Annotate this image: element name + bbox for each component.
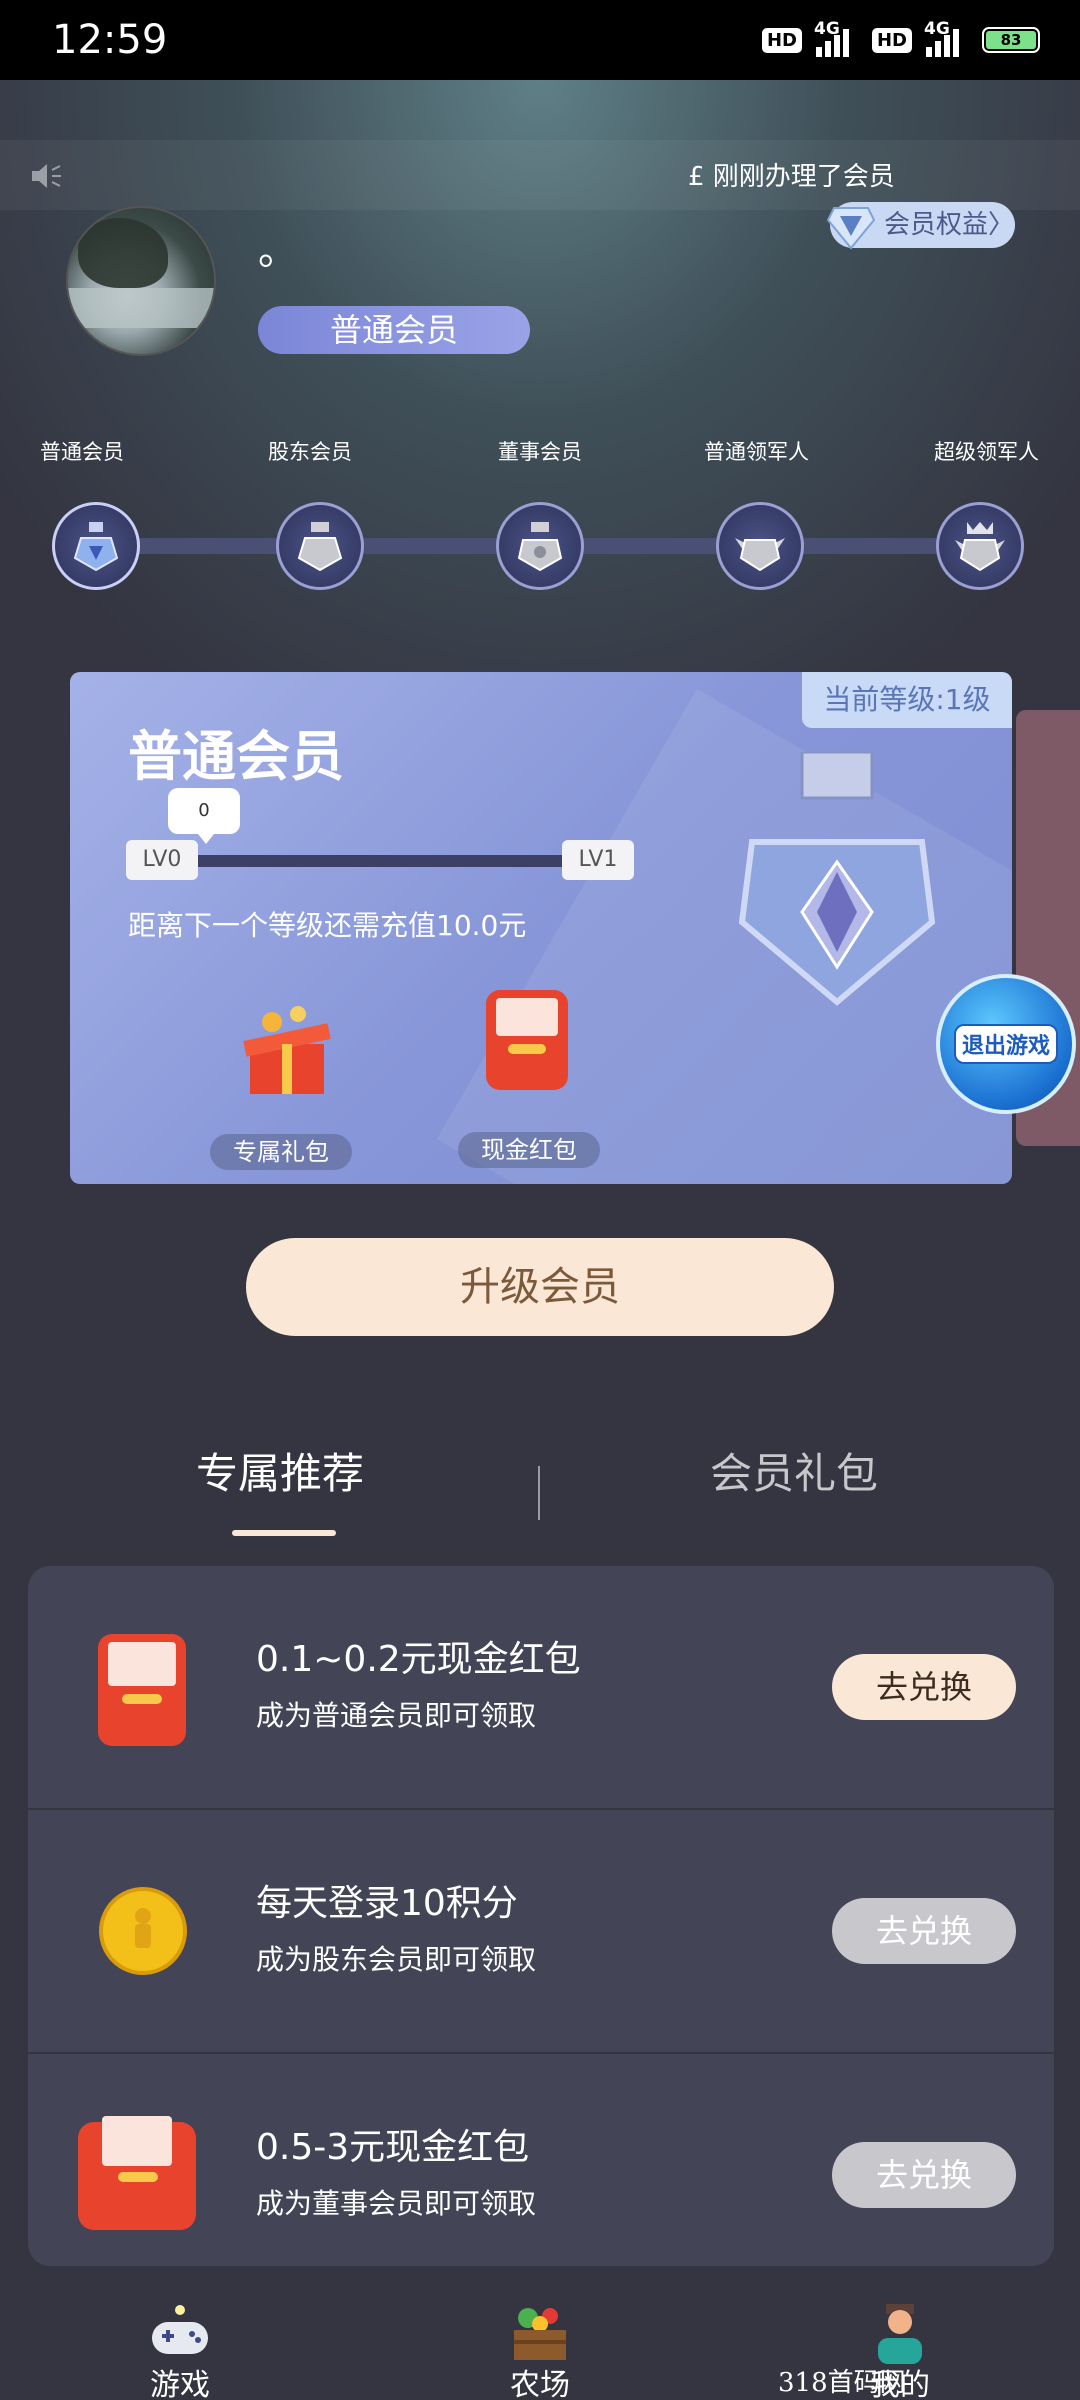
hd-badge-2: HD xyxy=(871,27,912,53)
level-node-1[interactable] xyxy=(52,502,140,590)
gift-box-icon[interactable] xyxy=(242,992,332,1102)
status-icons: HD 4G HD 4G 83 xyxy=(761,19,1040,57)
crystal-medal-icon xyxy=(738,752,936,1006)
progress-bubble: 0 xyxy=(168,788,240,844)
status-time: 12:59 xyxy=(52,17,168,63)
hd-badge: HD xyxy=(761,27,802,53)
member-type-badge: 普通会员 xyxy=(258,306,530,354)
upgrade-member-button[interactable]: 升级会员 xyxy=(246,1238,834,1336)
gamepad-icon xyxy=(152,2305,208,2354)
medal-icon xyxy=(297,522,343,572)
level-node-2[interactable] xyxy=(276,502,364,590)
avatar[interactable] xyxy=(66,206,216,356)
nav-label-farm: 农场 xyxy=(510,2368,570,2400)
red-envelope-icon[interactable] xyxy=(482,984,572,1094)
reward-subtitle: 成为普通会员即可领取 xyxy=(256,1699,537,1732)
list-item: 0.1~0.2元现金红包 成为普通会员即可领取 去兑换 xyxy=(28,1566,1054,1810)
level-label-4: 普通领军人 xyxy=(704,440,809,464)
notice-bar: £ 刚刚办理了会员 xyxy=(0,140,1080,210)
level-node-3[interactable] xyxy=(496,502,584,590)
nav-label-game: 游戏 xyxy=(150,2368,210,2400)
mute-speaker-icon[interactable] xyxy=(28,158,64,194)
card-title: 普通会员 xyxy=(128,725,344,788)
tab-divider xyxy=(538,1466,540,1520)
signal-icon: 4G xyxy=(814,19,858,57)
nav-item-game[interactable]: 游戏 xyxy=(80,2266,280,2400)
farm-basket-icon xyxy=(514,2308,566,2360)
red-envelope-icon xyxy=(98,1634,186,1746)
level-label-2: 股东会员 xyxy=(268,440,352,464)
level-label-1: 普通会员 xyxy=(40,440,124,464)
nav-item-farm[interactable]: 农场 xyxy=(440,2266,640,2400)
username: 。 xyxy=(258,228,298,274)
list-item: 0.5-3元现金红包 成为董事会员即可领取 去兑换 xyxy=(28,2054,1054,2266)
notice-text: £ 刚刚办理了会员 xyxy=(688,162,895,192)
redeem-button[interactable]: 去兑换 xyxy=(832,1898,1016,1964)
level-node-4[interactable] xyxy=(716,502,804,590)
tab-recommend[interactable]: 专属推荐 xyxy=(196,1440,364,1501)
crown-medal-icon xyxy=(955,522,1005,572)
user-profile-icon xyxy=(878,2304,922,2364)
redeem-button[interactable]: 去兑换 xyxy=(832,2142,1016,2208)
reward-title: 0.5-3元现金红包 xyxy=(256,2127,530,2168)
signal-icon-2: 4G xyxy=(924,19,968,57)
status-bar: 12:59 HD 4G HD 4G 83 xyxy=(0,0,1080,80)
diamond-icon xyxy=(826,207,876,250)
lv-start-label: LV0 xyxy=(126,840,198,880)
level-label-3: 董事会员 xyxy=(498,440,582,464)
level-node-5[interactable] xyxy=(936,502,1024,590)
member-card: 普通会员 当前等级:1级 0 LV0 LV1 距离下一个等级还需充值10.0元 … xyxy=(70,672,1012,1184)
lv-end-label: LV1 xyxy=(562,840,634,880)
tab-member-gift[interactable]: 会员礼包 xyxy=(710,1440,878,1501)
cash-envelope-label[interactable]: 现金红包 xyxy=(458,1132,600,1168)
list-item: 每天登录10积分 成为股东会员即可领取 去兑换 xyxy=(28,1810,1054,2054)
reward-subtitle: 成为股东会员即可领取 xyxy=(256,1943,537,1976)
red-envelope-icon xyxy=(78,2116,196,2230)
active-tab-indicator xyxy=(232,1530,336,1536)
battery-icon: 83 xyxy=(982,27,1040,53)
current-level-tag: 当前等级:1级 xyxy=(802,672,1012,728)
level-label-5: 超级领军人 xyxy=(934,440,1039,464)
exit-game-button[interactable]: 退出游戏 xyxy=(936,974,1076,1114)
watermark: 318首码网 www.E318.com xyxy=(778,2368,982,2400)
winged-medal-icon xyxy=(735,538,785,572)
potion-icon xyxy=(73,522,119,572)
reward-title: 0.1~0.2元现金红包 xyxy=(256,1639,581,1680)
reward-title: 每天登录10积分 xyxy=(256,1883,518,1924)
gold-coin-icon xyxy=(99,1887,187,1975)
redeem-button[interactable]: 去兑换 xyxy=(832,1654,1016,1720)
reward-list: 0.1~0.2元现金红包 成为普通会员即可领取 去兑换 每天登录10积分 成为股… xyxy=(28,1566,1054,2266)
profile-header: £ 刚刚办理了会员 xyxy=(0,80,1080,680)
medal-icon xyxy=(517,522,563,572)
upgrade-hint: 距离下一个等级还需充值10.0元 xyxy=(128,909,527,942)
reward-subtitle: 成为董事会员即可领取 xyxy=(256,2187,537,2220)
exclusive-gift-label[interactable]: 专属礼包 xyxy=(210,1134,352,1170)
